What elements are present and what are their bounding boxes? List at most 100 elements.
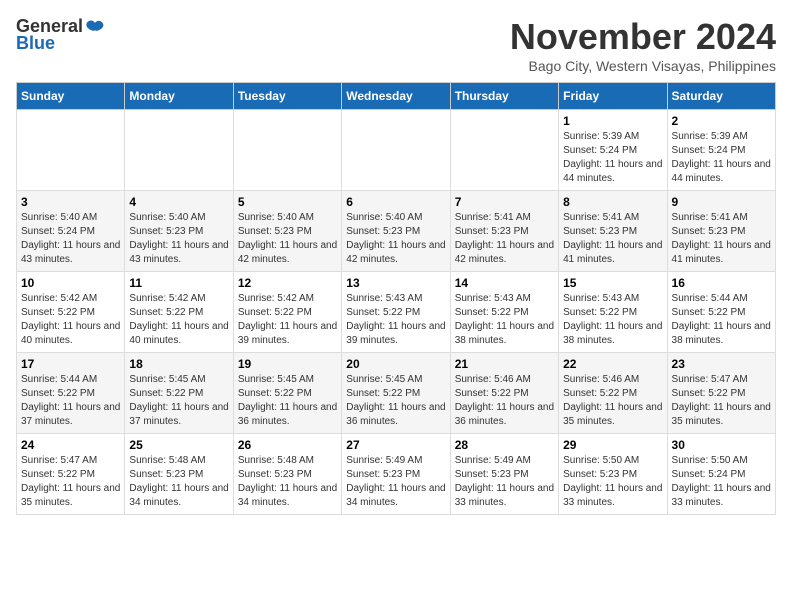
calendar-day-cell: 15 Sunrise: 5:43 AMSunset: 5:22 PMDayligh… xyxy=(559,272,667,353)
day-number: 20 xyxy=(346,357,445,371)
page-header: General Blue November 2024 Bago City, We… xyxy=(16,16,776,74)
calendar-day-cell: 25 Sunrise: 5:48 AMSunset: 5:23 PMDayligh… xyxy=(125,434,233,515)
weekday-header: Monday xyxy=(125,83,233,110)
calendar-day-cell: 9 Sunrise: 5:41 AMSunset: 5:23 PMDaylight… xyxy=(667,191,775,272)
day-info: Sunrise: 5:48 AMSunset: 5:23 PMDaylight:… xyxy=(129,454,228,510)
calendar-day-cell: 28 Sunrise: 5:49 AMSunset: 5:23 PMDayligh… xyxy=(450,434,558,515)
location-subtitle: Bago City, Western Visayas, Philippines xyxy=(510,58,776,74)
day-number: 28 xyxy=(455,438,554,452)
day-number: 2 xyxy=(672,114,771,128)
day-info: Sunrise: 5:42 AMSunset: 5:22 PMDaylight:… xyxy=(129,292,228,348)
calendar-day-cell: 21 Sunrise: 5:46 AMSunset: 5:22 PMDayligh… xyxy=(450,353,558,434)
day-number: 24 xyxy=(21,438,120,452)
day-info: Sunrise: 5:45 AMSunset: 5:22 PMDaylight:… xyxy=(346,373,445,429)
day-number: 27 xyxy=(346,438,445,452)
day-info: Sunrise: 5:45 AMSunset: 5:22 PMDaylight:… xyxy=(238,373,337,429)
calendar-week-row: 10 Sunrise: 5:42 AMSunset: 5:22 PMDayligh… xyxy=(17,272,776,353)
day-number: 7 xyxy=(455,195,554,209)
day-number: 29 xyxy=(563,438,662,452)
weekday-header: Saturday xyxy=(667,83,775,110)
title-section: November 2024 Bago City, Western Visayas… xyxy=(510,16,776,74)
day-number: 9 xyxy=(672,195,771,209)
day-number: 14 xyxy=(455,276,554,290)
day-number: 18 xyxy=(129,357,228,371)
day-number: 5 xyxy=(238,195,337,209)
day-info: Sunrise: 5:47 AMSunset: 5:22 PMDaylight:… xyxy=(21,454,120,510)
logo-bird-icon xyxy=(85,17,105,37)
calendar-week-row: 17 Sunrise: 5:44 AMSunset: 5:22 PMDayligh… xyxy=(17,353,776,434)
calendar-day-cell: 24 Sunrise: 5:47 AMSunset: 5:22 PMDayligh… xyxy=(17,434,125,515)
day-number: 17 xyxy=(21,357,120,371)
day-info: Sunrise: 5:49 AMSunset: 5:23 PMDaylight:… xyxy=(455,454,554,510)
day-info: Sunrise: 5:43 AMSunset: 5:22 PMDaylight:… xyxy=(346,292,445,348)
day-number: 10 xyxy=(21,276,120,290)
day-number: 6 xyxy=(346,195,445,209)
calendar-day-cell: 6 Sunrise: 5:40 AMSunset: 5:23 PMDaylight… xyxy=(342,191,450,272)
calendar-day-cell: 12 Sunrise: 5:42 AMSunset: 5:22 PMDayligh… xyxy=(233,272,341,353)
day-info: Sunrise: 5:44 AMSunset: 5:22 PMDaylight:… xyxy=(21,373,120,429)
day-info: Sunrise: 5:46 AMSunset: 5:22 PMDaylight:… xyxy=(455,373,554,429)
calendar-day-cell: 14 Sunrise: 5:43 AMSunset: 5:22 PMDayligh… xyxy=(450,272,558,353)
day-number: 4 xyxy=(129,195,228,209)
day-info: Sunrise: 5:41 AMSunset: 5:23 PMDaylight:… xyxy=(563,211,662,267)
day-number: 21 xyxy=(455,357,554,371)
weekday-header: Friday xyxy=(559,83,667,110)
weekday-header: Sunday xyxy=(17,83,125,110)
day-info: Sunrise: 5:49 AMSunset: 5:23 PMDaylight:… xyxy=(346,454,445,510)
calendar-week-row: 3 Sunrise: 5:40 AMSunset: 5:24 PMDaylight… xyxy=(17,191,776,272)
calendar-day-cell: 19Sunrise: 5:45 AMSunset: 5:22 PMDayligh… xyxy=(233,353,341,434)
calendar-week-row: 24 Sunrise: 5:47 AMSunset: 5:22 PMDayligh… xyxy=(17,434,776,515)
logo-blue-text: Blue xyxy=(16,33,55,54)
day-info: Sunrise: 5:43 AMSunset: 5:22 PMDaylight:… xyxy=(563,292,662,348)
day-number: 26 xyxy=(238,438,337,452)
calendar-day-cell: 20 Sunrise: 5:45 AMSunset: 5:22 PMDayligh… xyxy=(342,353,450,434)
day-number: 16 xyxy=(672,276,771,290)
day-number: 15 xyxy=(563,276,662,290)
calendar-day-cell xyxy=(17,110,125,191)
calendar-day-cell: 26 Sunrise: 5:48 AMSunset: 5:23 PMDayligh… xyxy=(233,434,341,515)
day-info: Sunrise: 5:46 AMSunset: 5:22 PMDaylight:… xyxy=(563,373,662,429)
day-info: Sunrise: 5:40 AMSunset: 5:23 PMDaylight:… xyxy=(238,211,337,267)
day-number: 30 xyxy=(672,438,771,452)
day-number: 13 xyxy=(346,276,445,290)
calendar-header-row: SundayMondayTuesdayWednesdayThursdayFrid… xyxy=(17,83,776,110)
calendar-day-cell: 4 Sunrise: 5:40 AMSunset: 5:23 PMDaylight… xyxy=(125,191,233,272)
day-info: Sunrise: 5:45 AMSunset: 5:22 PMDaylight:… xyxy=(129,373,228,429)
logo: General Blue xyxy=(16,16,105,54)
calendar-day-cell: 3 Sunrise: 5:40 AMSunset: 5:24 PMDaylight… xyxy=(17,191,125,272)
day-number: 12 xyxy=(238,276,337,290)
day-info: Sunrise: 5:50 AMSunset: 5:24 PMDaylight:… xyxy=(672,454,771,510)
day-info: Sunrise: 5:39 AMSunset: 5:24 PMDaylight:… xyxy=(563,130,662,186)
day-info: Sunrise: 5:48 AMSunset: 5:23 PMDaylight:… xyxy=(238,454,337,510)
calendar-day-cell xyxy=(233,110,341,191)
calendar-day-cell: 27 Sunrise: 5:49 AMSunset: 5:23 PMDayligh… xyxy=(342,434,450,515)
day-info: Sunrise: 5:39 AMSunset: 5:24 PMDaylight:… xyxy=(672,130,771,186)
weekday-header: Tuesday xyxy=(233,83,341,110)
calendar-day-cell: 10Sunrise: 5:42 AMSunset: 5:22 PMDayligh… xyxy=(17,272,125,353)
calendar-day-cell: 8 Sunrise: 5:41 AMSunset: 5:23 PMDaylight… xyxy=(559,191,667,272)
calendar-day-cell: 11 Sunrise: 5:42 AMSunset: 5:22 PMDayligh… xyxy=(125,272,233,353)
day-number: 23 xyxy=(672,357,771,371)
day-info: Sunrise: 5:42 AMSunset: 5:22 PMDaylight:… xyxy=(238,292,337,348)
calendar-table: SundayMondayTuesdayWednesdayThursdayFrid… xyxy=(16,82,776,515)
day-number: 3 xyxy=(21,195,120,209)
calendar-day-cell: 5 Sunrise: 5:40 AMSunset: 5:23 PMDaylight… xyxy=(233,191,341,272)
day-info: Sunrise: 5:43 AMSunset: 5:22 PMDaylight:… xyxy=(455,292,554,348)
weekday-header: Wednesday xyxy=(342,83,450,110)
day-number: 25 xyxy=(129,438,228,452)
day-info: Sunrise: 5:44 AMSunset: 5:22 PMDaylight:… xyxy=(672,292,771,348)
calendar-day-cell: 17 Sunrise: 5:44 AMSunset: 5:22 PMDayligh… xyxy=(17,353,125,434)
calendar-day-cell: 23Sunrise: 5:47 AMSunset: 5:22 PMDayligh… xyxy=(667,353,775,434)
calendar-day-cell: 16 Sunrise: 5:44 AMSunset: 5:22 PMDayligh… xyxy=(667,272,775,353)
day-info: Sunrise: 5:40 AMSunset: 5:23 PMDaylight:… xyxy=(129,211,228,267)
day-number: 8 xyxy=(563,195,662,209)
day-info: Sunrise: 5:41 AMSunset: 5:23 PMDaylight:… xyxy=(672,211,771,267)
calendar-day-cell xyxy=(125,110,233,191)
calendar-week-row: 1Sunrise: 5:39 AMSunset: 5:24 PMDaylight… xyxy=(17,110,776,191)
calendar-day-cell xyxy=(450,110,558,191)
day-number: 22 xyxy=(563,357,662,371)
day-info: Sunrise: 5:40 AMSunset: 5:23 PMDaylight:… xyxy=(346,211,445,267)
day-number: 11 xyxy=(129,276,228,290)
calendar-day-cell: 18 Sunrise: 5:45 AMSunset: 5:22 PMDayligh… xyxy=(125,353,233,434)
day-info: Sunrise: 5:40 AMSunset: 5:24 PMDaylight:… xyxy=(21,211,120,267)
